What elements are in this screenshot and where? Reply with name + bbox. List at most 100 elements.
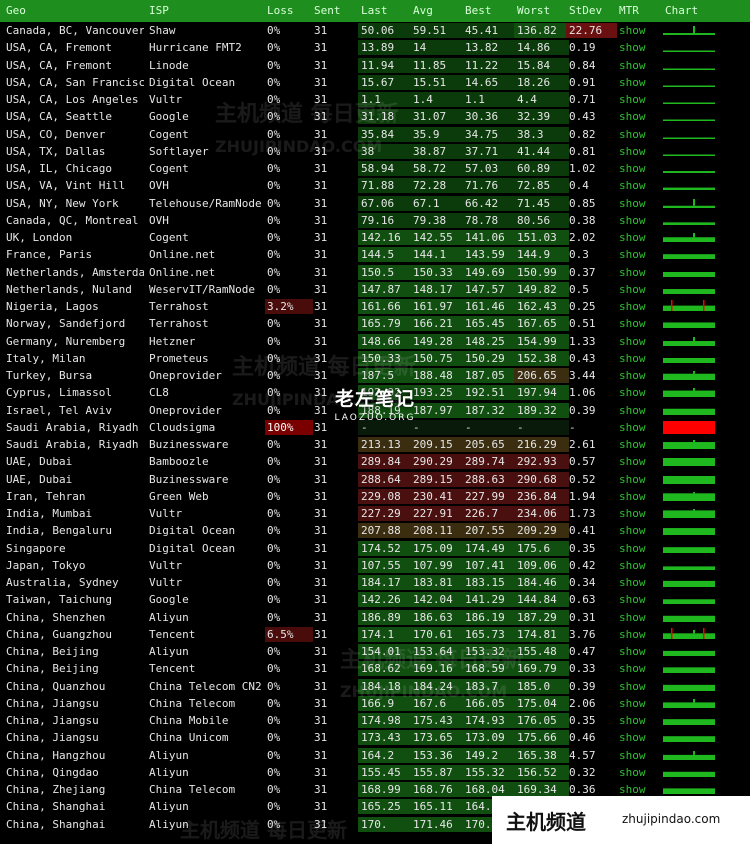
- last-cell: 38: [358, 143, 413, 159]
- mtr-link[interactable]: show: [619, 23, 659, 38]
- geo-cell: Canada, BC, Vancouver: [6, 24, 144, 37]
- worst-cell: 209.29: [514, 523, 569, 539]
- mtr-link[interactable]: show: [619, 558, 659, 573]
- mtr-link[interactable]: show: [619, 748, 659, 763]
- mtr-link[interactable]: show: [619, 713, 659, 728]
- loss-cell: 0%: [267, 645, 281, 658]
- mtr-link[interactable]: show: [619, 316, 659, 331]
- loss-cell: 0%: [267, 765, 281, 779]
- last-cell: 147.87: [358, 281, 413, 297]
- mtr-link[interactable]: show: [619, 265, 659, 280]
- mtr-link[interactable]: show: [619, 144, 659, 159]
- loss-cell: 0%: [267, 800, 281, 814]
- latency-chart: [663, 455, 715, 468]
- sent-cell: 31: [314, 524, 328, 538]
- loss-cell: 0%: [267, 489, 281, 503]
- header-isp[interactable]: ISP: [149, 4, 169, 18]
- stdev-cell: 4.57: [569, 748, 596, 762]
- avg-cell: 173.65: [410, 730, 465, 746]
- mtr-link[interactable]: show: [619, 282, 659, 297]
- latency-chart: [663, 576, 715, 589]
- mtr-link[interactable]: show: [619, 247, 659, 262]
- sent-cell: 31: [314, 231, 328, 244]
- latency-chart: [663, 645, 715, 658]
- header-avg[interactable]: Avg: [413, 4, 433, 18]
- mtr-link[interactable]: show: [619, 765, 659, 780]
- mtr-link[interactable]: show: [619, 592, 659, 607]
- latency-bar: [663, 305, 715, 311]
- header-sent[interactable]: Sent: [314, 4, 341, 18]
- mtr-link[interactable]: show: [619, 454, 659, 469]
- mtr-link[interactable]: show: [619, 385, 659, 400]
- worst-cell: 234.06: [514, 506, 569, 521]
- mtr-link[interactable]: show: [619, 506, 659, 521]
- sent-cell: 31: [314, 265, 328, 279]
- mtr-link[interactable]: show: [619, 58, 659, 73]
- header-stdev[interactable]: StDev: [569, 4, 602, 18]
- latency-spike: [693, 629, 695, 634]
- isp-cell: Terrahost: [149, 317, 209, 331]
- worst-cell: 290.68: [514, 471, 569, 487]
- mtr-link[interactable]: show: [619, 610, 659, 625]
- mtr-link[interactable]: show: [619, 40, 659, 55]
- header-last[interactable]: Last: [361, 4, 388, 18]
- mtr-link[interactable]: show: [619, 196, 659, 211]
- mtr-link[interactable]: show: [619, 92, 659, 107]
- mtr-link[interactable]: show: [619, 627, 659, 642]
- loss-bar: [663, 420, 715, 434]
- mtr-link[interactable]: show: [619, 472, 659, 487]
- avg-cell: 168.76: [410, 782, 465, 797]
- header-worst[interactable]: Worst: [517, 4, 550, 18]
- mtr-link[interactable]: show: [619, 575, 659, 590]
- isp-cell: Cogent: [149, 127, 189, 141]
- latency-bar: [663, 442, 715, 449]
- mtr-link[interactable]: show: [619, 420, 659, 435]
- latency-bar: [663, 237, 715, 242]
- mtr-link[interactable]: show: [619, 230, 659, 245]
- mtr-link[interactable]: show: [619, 109, 659, 124]
- mtr-link[interactable]: show: [619, 127, 659, 142]
- avg-cell: 59.51: [410, 23, 465, 38]
- mtr-link[interactable]: show: [619, 351, 659, 366]
- mtr-link[interactable]: show: [619, 178, 659, 193]
- mtr-link[interactable]: show: [619, 730, 659, 745]
- isp-cell: Shaw: [149, 24, 176, 37]
- best-cell: 149.2: [462, 747, 517, 763]
- mtr-link[interactable]: show: [619, 782, 659, 797]
- worst-cell: 175.6: [514, 540, 569, 556]
- mtr-link[interactable]: show: [619, 661, 659, 676]
- mtr-link[interactable]: show: [619, 368, 659, 383]
- best-cell: 37.71: [462, 143, 517, 159]
- table-row: Netherlands, Nuland WeservIT/RamNode 0% 31 1…: [0, 281, 750, 298]
- latency-chart: [663, 524, 715, 537]
- mtr-link[interactable]: show: [619, 489, 659, 504]
- geo-cell: China, Qingdao: [6, 765, 99, 779]
- mtr-link[interactable]: show: [619, 403, 659, 418]
- mtr-link[interactable]: show: [619, 437, 659, 452]
- header-chart: Chart: [665, 4, 699, 17]
- header-geo[interactable]: Geo: [6, 4, 26, 18]
- mtr-link[interactable]: show: [619, 679, 659, 694]
- isp-cell: Cloudsigma: [149, 420, 216, 434]
- header-loss[interactable]: Loss: [267, 4, 294, 18]
- stdev-cell: 0.38: [569, 213, 596, 227]
- isp-cell: Online.net: [149, 265, 216, 279]
- best-cell: 30.36: [462, 109, 517, 125]
- table-row: China, Beijing Tencent 0% 31 168.62 169.16 168…: [0, 660, 750, 677]
- mtr-link[interactable]: show: [619, 299, 659, 314]
- mtr-link[interactable]: show: [619, 696, 659, 711]
- best-cell: 148.25: [462, 333, 517, 349]
- stdev-cell: 0.31: [569, 610, 596, 624]
- mtr-link[interactable]: show: [619, 161, 659, 176]
- mtr-link[interactable]: show: [619, 213, 659, 228]
- mtr-link[interactable]: show: [619, 334, 659, 349]
- mtr-link[interactable]: show: [619, 523, 659, 538]
- mtr-link[interactable]: show: [619, 75, 659, 90]
- mtr-link[interactable]: show: [619, 541, 659, 556]
- header-mtr[interactable]: MTR: [619, 4, 639, 18]
- table-row: Turkey, Bursa Oneprovider 0% 31 187.5 188.48 1…: [0, 367, 750, 384]
- mtr-link[interactable]: show: [619, 644, 659, 659]
- isp-cell: Buzinessware: [149, 472, 229, 486]
- header-best[interactable]: Best: [465, 4, 492, 18]
- geo-cell: Taiwan, Taichung: [6, 593, 112, 607]
